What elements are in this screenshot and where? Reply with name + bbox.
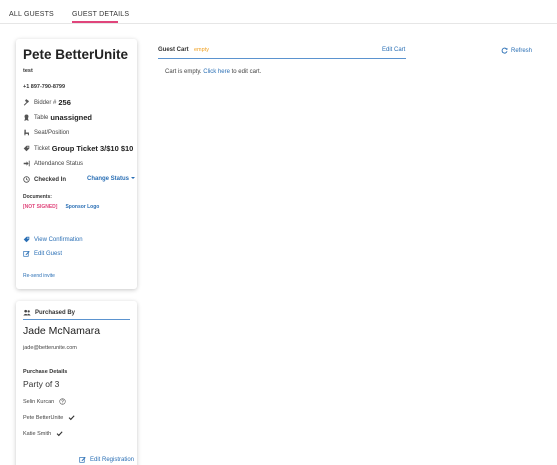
- table-row: Table unassigned: [23, 113, 92, 122]
- cart-status-tag: empty: [194, 47, 209, 53]
- not-signed-badge: [NOT SIGNED]: [23, 204, 58, 210]
- seat-icon: [24, 129, 29, 136]
- tab-guest-details[interactable]: GUEST DETAILS: [72, 11, 129, 18]
- click-here-link[interactable]: Click here: [203, 69, 230, 75]
- tab-all-guests[interactable]: ALL GUESTS: [9, 11, 54, 18]
- purchased-by-header: Purchased By: [23, 309, 75, 316]
- header-divider: [23, 319, 130, 320]
- check-icon: [56, 431, 63, 437]
- help-circle-icon[interactable]: [59, 398, 66, 405]
- documents-label: Documents:: [23, 194, 52, 200]
- gavel-icon: [23, 99, 30, 106]
- caret-down-icon: [131, 177, 136, 180]
- attendance-row: Attendance Status: [23, 160, 83, 167]
- check-icon: [69, 415, 75, 421]
- buyer-name: Jade McNamara: [23, 325, 101, 337]
- active-tab-indicator: [72, 21, 118, 23]
- change-status-label: Change Status: [87, 176, 130, 182]
- guest-cart-title: Guest Cart: [158, 47, 189, 53]
- purchase-details-label: Purchase Details: [23, 369, 68, 375]
- edit-registration-link[interactable]: Edit Registration: [79, 456, 134, 463]
- edit-icon: [79, 457, 86, 463]
- users-icon: [23, 309, 31, 316]
- seat-label: Seat/Position: [34, 129, 70, 136]
- edit-guest-label: Edit Guest: [34, 250, 63, 257]
- party-size: Party of 3: [23, 379, 60, 389]
- bidder-label: Bidder #: [34, 99, 57, 106]
- ticket-value: Group Ticket 3/$10 $10: [51, 144, 134, 153]
- table-label: Table: [34, 114, 49, 121]
- table-value: unassigned: [50, 113, 93, 122]
- bidder-row: Bidder # 256: [23, 98, 71, 107]
- attendance-label: Attendance Status: [34, 160, 84, 167]
- member-name: Pete BetterUnite: [23, 414, 64, 421]
- view-confirmation-label: View Confirmation: [34, 236, 83, 243]
- member-name: Katie Smith: [23, 430, 52, 437]
- cart-divider: [158, 58, 406, 59]
- party-member: Selin Kurcan: [23, 398, 66, 405]
- refresh-button[interactable]: Refresh: [501, 47, 532, 54]
- party-member: Katie Smith: [23, 430, 63, 437]
- ribbon-icon: [24, 114, 29, 121]
- refresh-label: Refresh: [511, 47, 533, 54]
- resend-invite-link[interactable]: Re-send invite: [23, 273, 55, 279]
- edit-icon: [23, 251, 30, 257]
- ticket-row: Ticket Group Ticket 3/$10 $10: [23, 144, 133, 153]
- purchased-by-card: Purchased By Jade McNamara jade@betterun…: [16, 301, 137, 465]
- edit-cart-link[interactable]: Edit Cart: [382, 47, 405, 53]
- guest-subtitle: test: [23, 68, 33, 74]
- ticket-icon: [23, 145, 30, 152]
- bidder-number: 256: [58, 98, 71, 107]
- view-confirmation-link[interactable]: View Confirmation: [23, 236, 83, 243]
- member-name: Selin Kurcan: [23, 398, 55, 405]
- documents-row: [NOT SIGNED] Sponsor Logo: [23, 204, 99, 210]
- checked-in-label: Checked In: [34, 176, 67, 183]
- checked-in-row: Checked In: [23, 176, 66, 183]
- edit-registration-label: Edit Registration: [90, 456, 135, 463]
- tab-bar: ALL GUESTS GUEST DETAILS: [0, 0, 557, 24]
- cart-empty-message: Cart is empty. Click here to edit cart.: [165, 69, 261, 75]
- ticket-icon: [23, 236, 30, 243]
- sign-in-icon: [23, 160, 30, 167]
- guest-phone: +1 897-790-8799: [23, 84, 66, 90]
- clock-icon: [23, 176, 30, 183]
- guest-name: Pete BetterUnite: [23, 47, 129, 62]
- cart-empty-suffix: to edit cart.: [231, 69, 262, 75]
- purchased-by-label: Purchased By: [35, 309, 76, 316]
- party-member: Pete BetterUnite: [23, 414, 75, 421]
- buyer-email: jade@betterunite.com: [23, 345, 77, 351]
- edit-guest-link[interactable]: Edit Guest: [23, 250, 62, 257]
- cart-empty-prefix: Cart is empty.: [165, 69, 202, 75]
- seat-row: Seat/Position: [23, 129, 69, 136]
- guest-card: Pete BetterUnite test +1 897-790-8799 Bi…: [16, 39, 137, 289]
- change-status-dropdown[interactable]: Change Status: [87, 176, 136, 182]
- ticket-label: Ticket: [34, 145, 50, 152]
- refresh-icon: [501, 47, 508, 54]
- sponsor-logo-link[interactable]: Sponsor Logo: [65, 204, 99, 210]
